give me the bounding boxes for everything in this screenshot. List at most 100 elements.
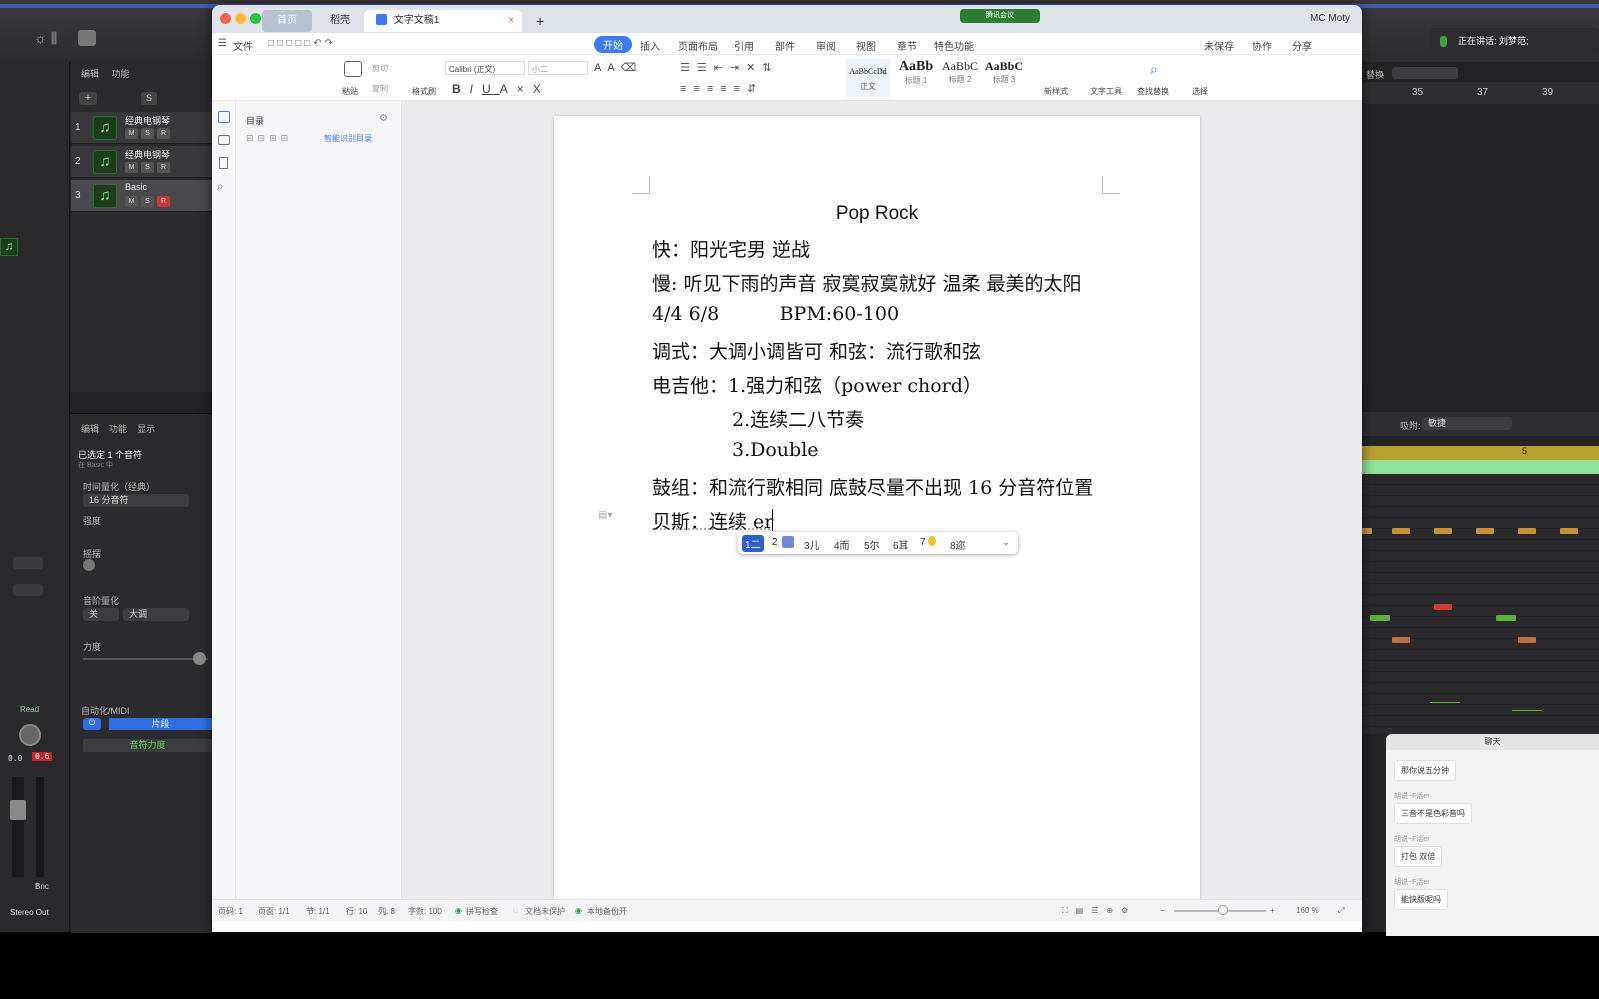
region-bar[interactable]	[1362, 460, 1599, 474]
mode-select[interactable]	[1392, 67, 1458, 79]
select-button[interactable]: 选择	[1192, 86, 1208, 97]
paragraph-handle-icon[interactable]: ▤▾	[598, 510, 612, 521]
volume-fader[interactable]	[12, 777, 24, 877]
document-title[interactable]: Pop Rock	[554, 202, 1200, 225]
midi-note[interactable]	[1362, 528, 1372, 534]
menu-references[interactable]: 引用	[734, 38, 754, 53]
paste-button[interactable]: 粘贴	[342, 86, 358, 97]
outline-view-icon[interactable]	[218, 111, 230, 123]
volume-fader-cap[interactable]	[10, 800, 26, 820]
mute-button[interactable]: M	[125, 162, 138, 173]
edit-menu[interactable]: 编辑	[81, 424, 99, 434]
logic-tool-icons[interactable]: ☼ ⫼	[34, 30, 57, 47]
record-button[interactable]: R	[157, 162, 170, 173]
power-icon[interactable]: ⏻	[83, 718, 101, 730]
ime-candidate[interactable]: 5尔	[864, 537, 880, 552]
tab-document[interactable]: 文字文稿1 ×	[364, 10, 522, 32]
ime-candidate[interactable]: 8迩	[950, 537, 966, 552]
backup-status[interactable]: 本地备份开	[587, 906, 627, 917]
font-grow-shrink-icons[interactable]: AA⌫	[594, 61, 642, 74]
tab-docer[interactable]: 稻壳	[318, 10, 368, 32]
inspector-eq-slot[interactable]	[13, 584, 43, 596]
file-menu[interactable]: 文件	[233, 38, 253, 53]
solo-button[interactable]: S	[141, 196, 154, 207]
piano-roll-grid[interactable]	[1362, 474, 1599, 734]
velocity-slider[interactable]	[83, 658, 208, 660]
ime-candidate[interactable]: 7	[920, 537, 926, 548]
midi-note[interactable]	[1518, 528, 1536, 534]
font-format-icons[interactable]: BIUA×X	[452, 82, 550, 96]
ime-candidate-glyph[interactable]	[782, 536, 794, 548]
minimize-window-icon[interactable]	[235, 13, 246, 24]
pan-knob[interactable]	[19, 724, 41, 746]
view-menu[interactable]: 显示	[137, 424, 155, 434]
track-name[interactable]: 经典电钢琴	[125, 148, 170, 161]
view-mode-icons[interactable]: ⛶▤☰⊕⚙	[1062, 906, 1136, 916]
midi-note[interactable]	[1434, 604, 1452, 610]
function-menu[interactable]: 功能	[109, 424, 127, 434]
doc-paragraph[interactable]: 快：阳光宅男 逆战	[652, 235, 810, 262]
search-icon[interactable]: ⌕	[1150, 61, 1158, 78]
read-label[interactable]: Read	[20, 705, 39, 715]
ime-candidate[interactable]: 6耳	[893, 537, 909, 552]
inspector-setting-slot[interactable]	[13, 557, 43, 569]
track-name[interactable]: 经典电钢琴	[125, 114, 170, 127]
status-words[interactable]: 字数: 100	[408, 906, 442, 917]
swing-slider-knob[interactable]	[83, 559, 95, 571]
toc-level-icons[interactable]: ⊟⊟⊞⊟	[246, 133, 292, 144]
doc-paragraph[interactable]: 电吉他：1.强力和弦（power chord）	[652, 371, 982, 398]
zoom-slider-knob[interactable]	[1218, 905, 1228, 915]
midi-note[interactable]	[1518, 637, 1536, 643]
spell-check-status[interactable]: 拼写检查	[466, 906, 498, 917]
solo-button[interactable]: S	[141, 162, 154, 173]
doc-paragraph[interactable]: 调式：大调小调皆可 和弦：流行歌和弦	[652, 337, 981, 364]
find-replace-button[interactable]: 查找替换	[1137, 86, 1169, 97]
menu-start[interactable]: 开始	[594, 36, 632, 53]
midi-note[interactable]	[1496, 615, 1516, 621]
quantize-select[interactable]: 16 分音符	[83, 494, 189, 507]
style-heading-2[interactable]: AaBbC 标题 2	[938, 59, 982, 97]
menu-insert[interactable]: 插入	[640, 38, 660, 53]
solo-button[interactable]: S	[141, 128, 154, 139]
document-page[interactable]: Pop Rock 快：阳光宅男 逆战 慢: 听见下雨的声音 寂寞寂寞就好 温柔 …	[554, 116, 1200, 906]
font-size-select[interactable]: 小二	[528, 61, 588, 75]
settings-gear-icon[interactable]: ⚙	[379, 113, 388, 124]
fullscreen-icon[interactable]: ⤢	[1338, 906, 1344, 916]
menu-review[interactable]: 审阅	[816, 38, 836, 53]
new-style-button[interactable]: 新样式	[1044, 86, 1068, 97]
menu-special[interactable]: 特色功能	[934, 38, 974, 53]
velocity-slider-knob[interactable]	[193, 652, 206, 665]
collaborate-button[interactable]: 协作	[1252, 38, 1272, 53]
global-solo-button[interactable]: S	[141, 92, 157, 105]
doc-paragraph[interactable]: 3.Double	[732, 439, 819, 461]
doc-paragraph-active[interactable]: 贝斯：连续 er	[652, 507, 773, 534]
doc-paragraph[interactable]: 4/4 6/8 BPM:60-100	[652, 303, 899, 325]
style-heading-3[interactable]: AaBbC 标题 3	[982, 59, 1026, 97]
tab-home[interactable]: 首页	[262, 10, 312, 32]
ime-candidate[interactable]: 4而	[834, 537, 850, 552]
record-button[interactable]: R	[157, 196, 170, 207]
menu-chapter[interactable]: 章节	[897, 38, 917, 53]
font-name-select[interactable]: Calibri (正文)	[445, 61, 525, 75]
style-normal[interactable]: AaBbCcDd 正文	[846, 59, 890, 97]
menu-layout[interactable]: 页面布局	[678, 38, 718, 53]
zoom-window-icon[interactable]	[250, 13, 261, 24]
midi-note[interactable]	[1392, 637, 1410, 643]
snap-select[interactable]: 敏捷	[1422, 417, 1512, 430]
add-track-button[interactable]: +	[79, 92, 97, 105]
close-tab-icon[interactable]: ×	[508, 10, 514, 32]
paste-icon[interactable]	[344, 61, 362, 77]
paragraph-align-icons[interactable]: ≡≡≡≡≡⇵	[680, 82, 763, 95]
tracks-edit-menu[interactable]: 编辑	[81, 69, 99, 79]
tracks-function-menu[interactable]: 功能	[112, 69, 130, 79]
list-format-icons[interactable]: ☰☰⇤⇥✕⇅	[680, 61, 779, 74]
format-painter-button[interactable]: 格式刷	[412, 86, 436, 97]
zoom-out-button[interactable]: −	[1160, 906, 1165, 915]
ime-candidate[interactable]: 2	[772, 537, 778, 548]
ime-candidate[interactable]: 1二	[742, 535, 764, 552]
doc-paragraph[interactable]: 2.连续二八节奏	[732, 405, 864, 432]
track-name[interactable]: Basic	[125, 182, 147, 192]
scale-type-select[interactable]: 大调	[123, 608, 189, 621]
search-icon[interactable]: ⌕	[217, 179, 224, 194]
note-velocity-select[interactable]: 音符力度	[83, 739, 212, 752]
